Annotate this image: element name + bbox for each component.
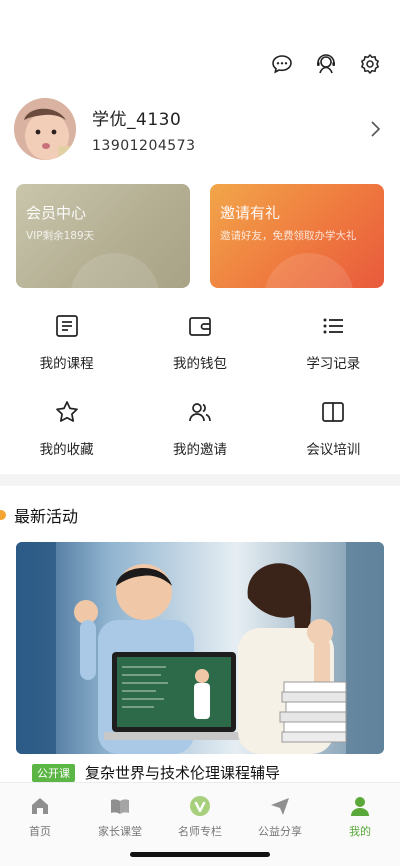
avatar[interactable]: [14, 98, 76, 160]
activity-banner-image[interactable]: [16, 542, 384, 754]
invite-card[interactable]: 邀请有礼 邀请好友，免费领取办学大礼: [210, 184, 384, 288]
menu-label: 学习记录: [306, 356, 361, 372]
card-decoration: [264, 253, 354, 288]
menu-my-courses[interactable]: 我的课程: [0, 312, 133, 372]
tab-label: 首页: [29, 825, 51, 838]
menu-label: 我的邀请: [172, 442, 227, 458]
users-icon: [186, 398, 214, 426]
wallet-icon: [186, 312, 214, 340]
menu-label: 我的钱包: [172, 356, 227, 372]
invite-card-title: 邀请有礼: [220, 204, 281, 222]
vip-card-title: 会员中心: [26, 204, 87, 222]
activity-caption[interactable]: 公开课 复杂世界与技术伦理课程辅导: [32, 762, 280, 783]
settings-icon[interactable]: [358, 52, 382, 76]
list-icon: [319, 312, 347, 340]
tab-label: 我的: [349, 825, 371, 838]
top-toolbar: [270, 52, 382, 76]
send-icon: [269, 795, 291, 817]
username: 学优_4130: [92, 109, 182, 130]
tab-label: 公益分享: [258, 825, 302, 838]
open-class-tag: 公开课: [32, 763, 75, 782]
chevron-right-icon[interactable]: [368, 119, 382, 139]
vip-center-card[interactable]: 会员中心 VIP剩余189天: [16, 184, 190, 288]
promo-cards: 会员中心 VIP剩余189天 邀请有礼 邀请好友，免费领取办学大礼: [16, 184, 384, 288]
card-decoration: [70, 253, 160, 288]
menu-my-wallet[interactable]: 我的钱包: [133, 312, 266, 372]
menu-study-records[interactable]: 学习记录: [267, 312, 400, 372]
v-badge-icon: [189, 795, 211, 817]
phone-number: 13901204573: [92, 137, 196, 154]
section-divider: [0, 474, 400, 486]
home-indicator: [130, 852, 270, 857]
tab-mine[interactable]: 我的: [320, 783, 400, 866]
function-grid: 我的课程 我的钱包 学习记录 我的收藏 我的邀请 会议培训: [0, 312, 400, 458]
menu-meeting-training[interactable]: 会议培训: [267, 398, 400, 458]
tab-label: 名师专栏: [178, 825, 222, 838]
invite-card-subtitle: 邀请好友，免费领取办学大礼: [220, 230, 357, 242]
book-icon: [319, 398, 347, 426]
menu-my-favorites[interactable]: 我的收藏: [0, 398, 133, 458]
vip-card-subtitle: VIP剩余189天: [26, 230, 95, 242]
book-open-icon: [109, 795, 131, 817]
message-icon[interactable]: [270, 52, 294, 76]
star-icon: [53, 398, 81, 426]
menu-label: 我的课程: [39, 356, 94, 372]
section-title: 最新活动: [14, 507, 79, 526]
customer-service-icon[interactable]: [314, 52, 338, 76]
tab-home[interactable]: 首页: [0, 783, 80, 866]
section-dot: [0, 510, 6, 520]
person-icon: [349, 795, 371, 817]
home-icon: [29, 795, 51, 817]
latest-activities-header: 最新活动: [0, 503, 78, 527]
menu-label: 会议培训: [306, 442, 361, 458]
tab-label: 家长课堂: [98, 825, 142, 838]
menu-label: 我的收藏: [39, 442, 94, 458]
profile-row[interactable]: 学优_4130 13901204573: [14, 98, 382, 160]
activity-title: 复杂世界与技术伦理课程辅导: [85, 764, 281, 782]
menu-my-invitations[interactable]: 我的邀请: [133, 398, 266, 458]
course-icon: [53, 312, 81, 340]
